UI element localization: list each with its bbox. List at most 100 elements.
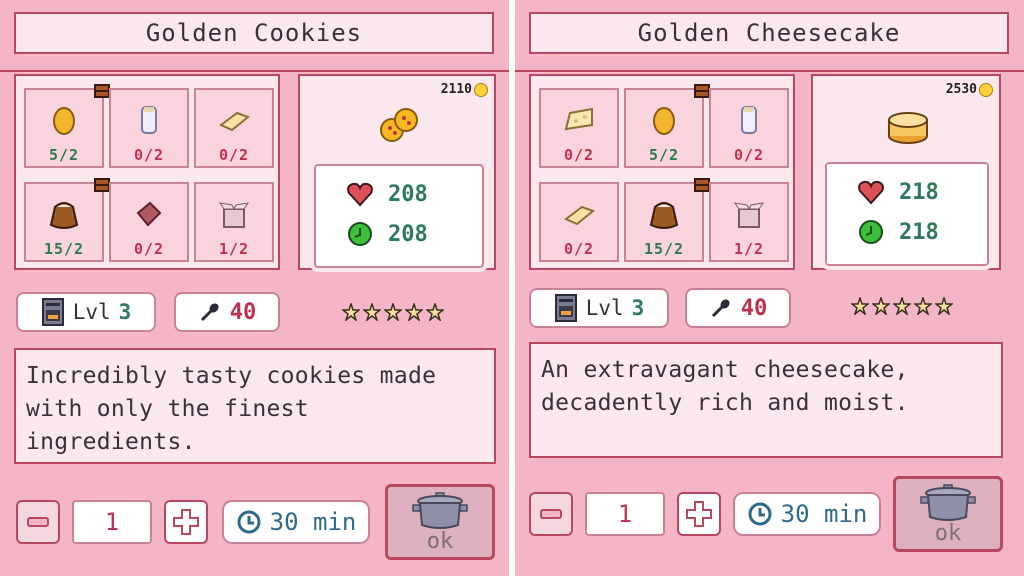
egg-icon [653, 107, 675, 135]
ingredient-slot[interactable]: 0/2 [539, 182, 619, 262]
cooking-pot-icon [920, 484, 976, 521]
minus-icon [540, 509, 562, 519]
star-icon [893, 297, 911, 315]
star-icon [426, 303, 444, 321]
ingredient-slot[interactable]: 15/2 [624, 178, 710, 262]
golden-cookies-icon [380, 108, 418, 142]
cooking-pot-icon [412, 492, 468, 529]
ingredient-count: 0/2 [563, 240, 595, 258]
ingredient-count: 0/2 [133, 240, 165, 258]
stove-icon [554, 294, 577, 322]
star-icon [872, 297, 890, 315]
flour-sack-icon [649, 202, 679, 229]
star-icon [935, 297, 953, 315]
price-value: 2110 [440, 82, 472, 97]
cook-time-value: 30 min [269, 508, 357, 536]
ok-label: ok [934, 521, 962, 546]
ingredient-count: 5/2 [48, 146, 80, 164]
star-icon [384, 303, 402, 321]
milk-bottle-icon [141, 106, 157, 134]
recipe-panel-golden-cheesecake: Golden Cheesecake 0/2 5/2 0/2 0/2 15/2 1… [515, 0, 1024, 576]
heart-icon [347, 182, 373, 207]
recipe-description: Incredibly tasty cookies made with only … [14, 348, 496, 464]
level-chip: Lvl 3 [16, 292, 156, 332]
xp-chip: 40 [174, 292, 280, 332]
ingredient-slot[interactable]: 1/2 [709, 182, 789, 262]
price-tag: 2110 [441, 82, 488, 97]
flour-sack-icon [49, 202, 79, 229]
energy-value: 208 [388, 221, 428, 247]
decrease-quantity-button[interactable] [529, 492, 573, 536]
price-tag: 2530 [946, 82, 993, 97]
quantity-input[interactable]: 1 [585, 492, 665, 536]
increase-quantity-button[interactable] [164, 500, 208, 544]
level-label: Lvl [72, 300, 111, 324]
clock-icon [237, 510, 261, 534]
egg-icon [53, 107, 75, 135]
ingredient-count: 0/2 [218, 146, 250, 164]
health-value: 218 [899, 179, 939, 205]
ingredient-slot[interactable]: 0/2 [539, 88, 619, 168]
plus-icon [173, 509, 199, 535]
ingredient-slot[interactable]: 15/2 [24, 178, 110, 262]
quantity-input[interactable]: 1 [72, 500, 152, 544]
ingredient-count: 0/2 [563, 146, 595, 164]
ingredient-grid: 5/2 0/2 0/2 15/2 0/2 1/2 [14, 74, 280, 270]
ingredient-count: 15/2 [43, 240, 85, 258]
clock-icon [748, 502, 772, 526]
stats-box: 218 218 [821, 158, 993, 270]
energy-clock-icon [348, 222, 372, 246]
decrease-quantity-button[interactable] [16, 500, 60, 544]
ingredient-slot[interactable]: 1/2 [194, 182, 274, 262]
ok-button[interactable]: ok [893, 476, 1003, 552]
level-chip: Lvl 3 [529, 288, 669, 328]
cook-time-value: 30 min [780, 500, 868, 528]
ingredient-slot[interactable]: 0/2 [709, 88, 789, 168]
reward-box: 2530 218 218 [811, 74, 1001, 270]
chocolate-bar-icon [136, 201, 162, 227]
coin-icon [474, 82, 488, 97]
recipe-title: Golden Cookies [14, 12, 494, 54]
ingredient-count: 1/2 [218, 240, 250, 258]
star-icon [851, 297, 869, 315]
energy-value: 218 [899, 219, 939, 245]
level-label: Lvl [585, 296, 624, 320]
title-separator [515, 70, 1024, 72]
level-value: 3 [118, 300, 132, 324]
ingredient-slot[interactable]: 5/2 [624, 84, 710, 168]
stack-badge-icon [694, 178, 710, 192]
stack-badge-icon [694, 84, 710, 98]
ingredient-count: 1/2 [733, 240, 765, 258]
ingredient-slot[interactable]: 0/2 [194, 88, 274, 168]
health-stat: 218 [857, 178, 939, 206]
health-stat: 208 [346, 180, 428, 208]
ingredient-slot[interactable]: 0/2 [109, 88, 189, 168]
stack-badge-icon [94, 178, 110, 192]
ingredient-slot[interactable]: 5/2 [24, 84, 110, 168]
sugar-box-icon [218, 202, 250, 228]
cook-time: 30 min [733, 492, 881, 536]
ingredient-count: 5/2 [648, 146, 680, 164]
recipe-title: Golden Cheesecake [529, 12, 1009, 54]
star-icon [405, 303, 423, 321]
price-value: 2530 [945, 82, 977, 97]
energy-stat: 218 [857, 218, 939, 246]
coin-icon [979, 82, 993, 97]
star-rating [851, 297, 953, 315]
energy-clock-icon [859, 220, 883, 244]
milk-bottle-icon [741, 106, 757, 134]
reward-box: 2110 208 208 [298, 74, 496, 272]
heart-icon [858, 180, 884, 205]
ok-button[interactable]: ok [385, 484, 495, 560]
cheese-icon [564, 107, 593, 131]
stack-badge-icon [94, 84, 110, 98]
recipe-panel-golden-cookies: Golden Cookies 5/2 0/2 0/2 15/2 0/2 1/2 [0, 0, 509, 576]
level-value: 3 [631, 296, 645, 320]
xp-value: 40 [229, 299, 257, 325]
stats-box: 208 208 [310, 160, 488, 272]
ok-label: ok [426, 529, 454, 554]
ingredient-slot[interactable]: 0/2 [109, 182, 189, 262]
title-separator [0, 70, 509, 72]
increase-quantity-button[interactable] [677, 492, 721, 536]
spatula-icon [200, 303, 219, 322]
